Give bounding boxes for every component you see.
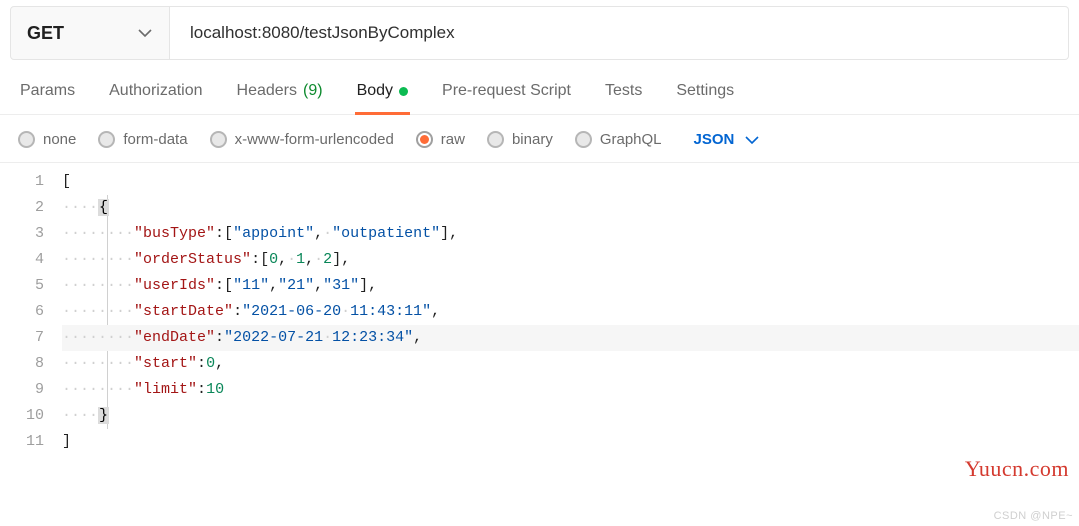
code-line: ········"orderStatus":[0,·1,·2], bbox=[62, 247, 1079, 273]
line-number: 5 bbox=[0, 273, 44, 299]
chevron-down-icon bbox=[137, 25, 153, 41]
code-line: ········"start":0, bbox=[62, 351, 1079, 377]
line-number: 6 bbox=[0, 299, 44, 325]
body-type-none[interactable]: none bbox=[18, 131, 76, 148]
code-line: ····} bbox=[62, 403, 1079, 429]
body-type-raw[interactable]: raw bbox=[416, 131, 465, 148]
tab-tests-label: Tests bbox=[605, 82, 642, 100]
line-number: 8 bbox=[0, 351, 44, 377]
tab-body-label: Body bbox=[357, 82, 393, 100]
code-line: ········"endDate":"2022-07-21·12:23:34", bbox=[62, 325, 1079, 351]
body-type-form-data-label: form-data bbox=[123, 131, 187, 148]
body-type-binary-label: binary bbox=[512, 131, 553, 148]
tab-settings-label: Settings bbox=[676, 82, 734, 100]
line-number: 7 bbox=[0, 325, 44, 351]
body-type-urlencoded[interactable]: x-www-form-urlencoded bbox=[210, 131, 394, 148]
editor-gutter: 1 2 3 4 5 6 7 8 9 10 11 bbox=[0, 169, 62, 455]
line-number: 9 bbox=[0, 377, 44, 403]
tab-body[interactable]: Body bbox=[355, 82, 410, 115]
tab-settings[interactable]: Settings bbox=[674, 82, 736, 115]
line-number: 1 bbox=[0, 169, 44, 195]
tab-params[interactable]: Params bbox=[18, 82, 77, 115]
body-type-graphql[interactable]: GraphQL bbox=[575, 131, 662, 148]
line-number: 10 bbox=[0, 403, 44, 429]
request-bar: GET bbox=[0, 0, 1079, 60]
body-type-form-data[interactable]: form-data bbox=[98, 131, 187, 148]
code-line: ····{ bbox=[62, 195, 1079, 221]
tab-authorization[interactable]: Authorization bbox=[107, 82, 204, 115]
code-line: ········"userIds":["11","21","31"], bbox=[62, 273, 1079, 299]
code-line: ········"limit":10 bbox=[62, 377, 1079, 403]
body-modified-dot-icon bbox=[399, 87, 408, 96]
body-type-urlencoded-label: x-www-form-urlencoded bbox=[235, 131, 394, 148]
line-number: 4 bbox=[0, 247, 44, 273]
tab-authorization-label: Authorization bbox=[109, 82, 202, 100]
chevron-down-icon bbox=[744, 132, 760, 148]
headers-count: (9) bbox=[303, 82, 323, 100]
http-method-select[interactable]: GET bbox=[10, 6, 170, 60]
line-number: 3 bbox=[0, 221, 44, 247]
request-tabs: Params Authorization Headers (9) Body Pr… bbox=[0, 60, 1079, 115]
code-line: ········"busType":["appoint",·"outpatien… bbox=[62, 221, 1079, 247]
code-line: [ bbox=[62, 169, 1079, 195]
request-body-editor[interactable]: 1 2 3 4 5 6 7 8 9 10 11 [····{········"b… bbox=[0, 163, 1079, 455]
body-type-none-label: none bbox=[43, 131, 76, 148]
http-method-value: GET bbox=[27, 23, 64, 44]
tab-pre-request-label: Pre-request Script bbox=[442, 82, 571, 100]
radio-icon bbox=[98, 131, 115, 148]
line-number: 11 bbox=[0, 429, 44, 455]
tab-pre-request[interactable]: Pre-request Script bbox=[440, 82, 573, 115]
tab-tests[interactable]: Tests bbox=[603, 82, 644, 115]
body-type-row: none form-data x-www-form-urlencoded raw… bbox=[0, 115, 1079, 163]
body-type-raw-label: raw bbox=[441, 131, 465, 148]
body-type-binary[interactable]: binary bbox=[487, 131, 553, 148]
watermark-brand: Yuucn.com bbox=[965, 456, 1069, 482]
radio-icon bbox=[210, 131, 227, 148]
url-input[interactable] bbox=[170, 6, 1069, 60]
radio-selected-icon bbox=[416, 131, 433, 148]
tab-headers-label: Headers bbox=[237, 82, 297, 100]
tab-params-label: Params bbox=[20, 82, 75, 100]
tab-headers[interactable]: Headers (9) bbox=[235, 82, 325, 115]
editor-code-area[interactable]: [····{········"busType":["appoint",·"out… bbox=[62, 169, 1079, 455]
watermark-csdn: CSDN @NPE~ bbox=[994, 510, 1073, 522]
code-line: ········"startDate":"2021-06-20·11:43:11… bbox=[62, 299, 1079, 325]
line-number: 2 bbox=[0, 195, 44, 221]
radio-icon bbox=[575, 131, 592, 148]
body-language-select[interactable]: JSON bbox=[694, 131, 761, 148]
body-language-label: JSON bbox=[694, 131, 735, 148]
body-type-graphql-label: GraphQL bbox=[600, 131, 662, 148]
radio-icon bbox=[487, 131, 504, 148]
radio-icon bbox=[18, 131, 35, 148]
code-line: ] bbox=[62, 429, 1079, 455]
